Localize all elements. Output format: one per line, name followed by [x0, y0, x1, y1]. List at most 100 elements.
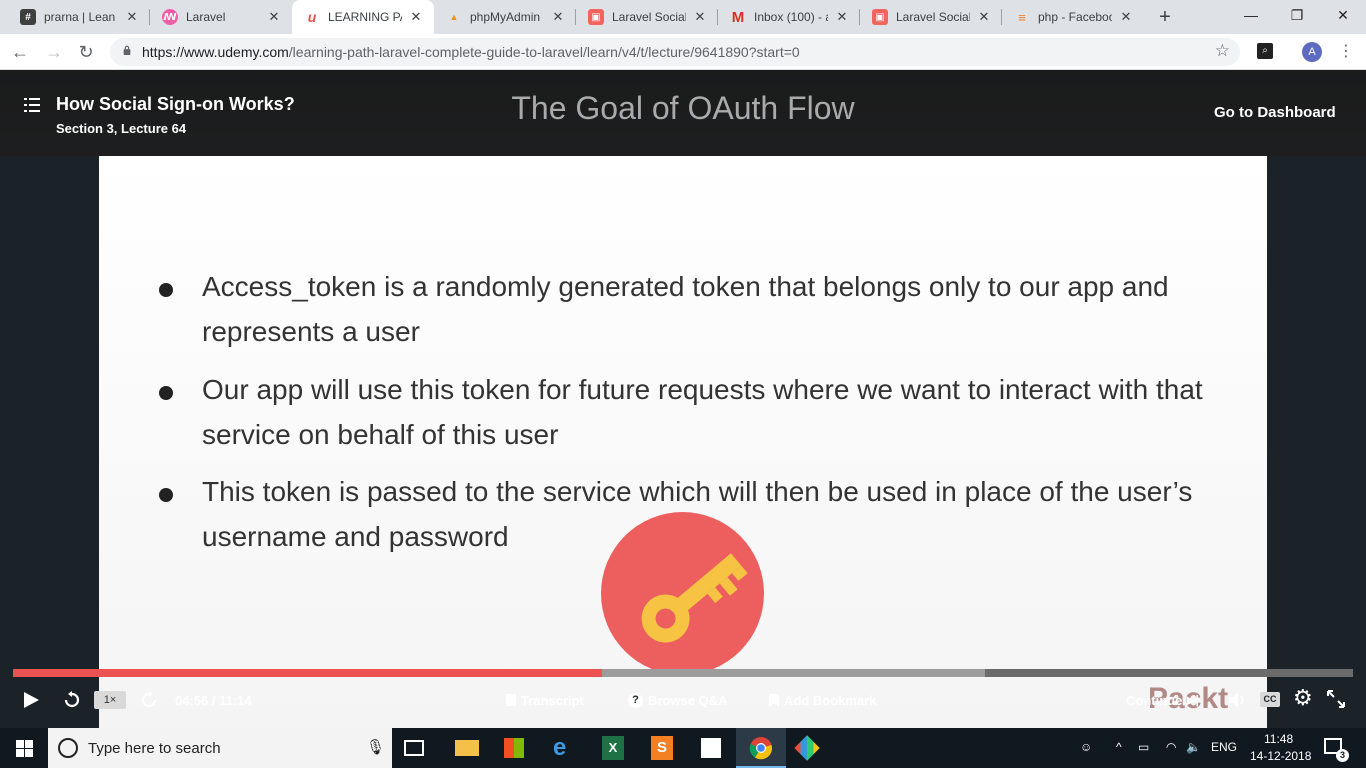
- playback-speed-button[interactable]: 1×: [94, 691, 126, 709]
- url-path: /learning-path-laravel-complete-guide-to…: [288, 44, 800, 60]
- time-display: 04:56 / 11:14: [175, 692, 252, 708]
- browser-tab[interactable]: ꟿ Laravel ✕: [150, 0, 292, 34]
- close-tab-icon[interactable]: ✕: [834, 9, 850, 25]
- clock-time[interactable]: 11:48: [1264, 732, 1293, 746]
- close-window-icon[interactable]: ✕: [1320, 0, 1366, 30]
- lock-icon: [123, 45, 131, 55]
- restore-icon[interactable]: ❐: [1274, 0, 1320, 30]
- tab-title: LEARNING PAT: [328, 10, 402, 24]
- close-tab-icon[interactable]: ✕: [976, 9, 992, 25]
- bullet-dot: [159, 488, 173, 502]
- clock-date[interactable]: 14-12-2018: [1250, 749, 1311, 763]
- close-tab-icon[interactable]: ✕: [1118, 9, 1134, 25]
- excel-icon[interactable]: X: [602, 736, 624, 760]
- sticky-notes-icon[interactable]: [701, 738, 721, 758]
- taskbar-search-box[interactable]: Type here to search 🎙: [48, 728, 392, 768]
- question-icon: ?: [628, 692, 643, 708]
- continue-button[interactable]: Continue ▶|: [1126, 687, 1199, 713]
- close-tab-icon[interactable]: ✕: [692, 9, 708, 25]
- git-gui-icon[interactable]: [794, 735, 820, 761]
- back-arrow-icon[interactable]: ←: [8, 40, 32, 64]
- input-language[interactable]: ENG: [1211, 740, 1237, 754]
- gmail-icon: M: [731, 8, 745, 26]
- video-player[interactable]: Access_token is a randomly generated tok…: [0, 70, 1366, 740]
- go-to-dashboard-link[interactable]: Go to Dashboard: [1214, 104, 1336, 121]
- bullet-dot: [159, 283, 173, 297]
- browser-tab[interactable]: M Inbox (100) - a ✕: [718, 0, 860, 34]
- captions-button[interactable]: CC: [1260, 692, 1280, 707]
- progress-bar[interactable]: [13, 669, 1353, 677]
- transcript-label: Transcript: [521, 692, 584, 708]
- tab-title: Laravel: [186, 10, 226, 24]
- file-explorer-icon[interactable]: [455, 740, 479, 756]
- volume-icon[interactable]: [1228, 691, 1248, 709]
- wifi-icon[interactable]: ◠: [1166, 740, 1176, 754]
- document-icon: [506, 694, 516, 706]
- add-bookmark-button[interactable]: Add Bookmark: [769, 687, 876, 713]
- profile-avatar[interactable]: A: [1302, 42, 1322, 62]
- browse-qa-button[interactable]: ? Browse Q&A: [628, 687, 727, 713]
- continue-label: Continue: [1126, 692, 1183, 708]
- screen: # prarna | Lean A ✕ ꟿ Laravel ✕ u LEARNI…: [0, 0, 1366, 768]
- play-icon[interactable]: [22, 691, 40, 709]
- tab-title: prarna | Lean A: [44, 10, 118, 24]
- show-hidden-icons-chevron[interactable]: ^: [1116, 740, 1122, 754]
- windows-taskbar: Type here to search 🎙 e X S ☺ ^ ▭ ◠ 🔈 EN…: [0, 728, 1366, 768]
- fullscreen-icon[interactable]: [1327, 690, 1345, 708]
- people-icon[interactable]: ☺: [1080, 740, 1092, 754]
- notification-count: 3: [1336, 749, 1349, 762]
- minimize-icon[interactable]: —: [1228, 0, 1274, 30]
- bullet-dot: [159, 386, 173, 400]
- browser-menu-icon[interactable]: ⋮: [1338, 40, 1354, 64]
- bookmark-star-icon[interactable]: ☆: [1215, 41, 1230, 61]
- tab-title: phpMyAdmin: [470, 10, 541, 24]
- tab-title: php - Faceboo: [1038, 10, 1112, 24]
- key-illustration: [601, 512, 764, 675]
- edge-icon[interactable]: e: [553, 736, 577, 760]
- browser-tab[interactable]: ≡ php - Faceboo ✕: [1002, 0, 1144, 34]
- phpmyadmin-icon: ▲: [449, 12, 459, 22]
- task-view-icon[interactable]: [404, 740, 424, 756]
- transcript-button[interactable]: Transcript: [506, 687, 584, 713]
- add-bookmark-label: Add Bookmark: [784, 692, 877, 708]
- laravel-icon: ▣: [872, 9, 888, 25]
- slide: Access_token is a randomly generated tok…: [99, 156, 1267, 740]
- slack-icon: #: [20, 9, 36, 25]
- tab-title: Laravel Socialit: [612, 10, 686, 24]
- close-tab-icon[interactable]: ✕: [550, 9, 566, 25]
- rewind-icon[interactable]: [63, 691, 81, 709]
- browser-tab[interactable]: ▣ Laravel Socialit ✕: [576, 0, 718, 34]
- key-icon: [641, 553, 748, 643]
- close-tab-icon[interactable]: ✕: [124, 9, 140, 25]
- bullet-text: Access_token is a randomly generated tok…: [202, 271, 1169, 347]
- close-tab-icon[interactable]: ✕: [408, 9, 424, 25]
- laravel-icon: ▣: [588, 9, 604, 25]
- skip-next-icon: ▶|: [1186, 693, 1199, 707]
- reload-icon[interactable]: ↻: [74, 40, 98, 64]
- address-bar[interactable]: https://www.udemy.com/learning-path-lara…: [110, 38, 1240, 66]
- url-text[interactable]: https://www.udemy.com/learning-path-lara…: [142, 44, 800, 60]
- tab-strip: # prarna | Lean A ✕ ꟿ Laravel ✕ u LEARNI…: [0, 0, 1366, 34]
- lecture-header: How Social Sign-on Works? Section 3, Lec…: [0, 70, 1366, 156]
- forward-arrow-icon[interactable]: →: [42, 40, 66, 64]
- store-icon[interactable]: [504, 738, 524, 758]
- extension-icon[interactable]: ⌕: [1257, 43, 1273, 59]
- forward-icon[interactable]: [140, 691, 158, 709]
- browser-tab[interactable]: # prarna | Lean A ✕: [8, 0, 150, 34]
- browser-tab[interactable]: ▲ phpMyAdmin ✕: [434, 0, 576, 34]
- browser-tab[interactable]: ▣ Laravel Socialit ✕: [860, 0, 1002, 34]
- settings-gear-icon[interactable]: ⚙: [1293, 685, 1313, 711]
- new-tab-button[interactable]: +: [1154, 6, 1176, 28]
- taskbar-chrome-active[interactable]: [736, 728, 786, 768]
- chrome-icon: [749, 737, 773, 760]
- speaker-icon[interactable]: 🔈: [1186, 740, 1201, 754]
- url-host: https://www.udemy.com: [142, 44, 289, 60]
- microphone-icon[interactable]: 🎙: [366, 738, 385, 756]
- browser-tab-active[interactable]: u LEARNING PAT ✕: [292, 0, 434, 34]
- tab-title: Inbox (100) - a: [754, 10, 828, 24]
- stackoverflow-icon: ≡: [1018, 9, 1026, 25]
- windows-start-icon[interactable]: [16, 740, 33, 757]
- sublime-text-icon[interactable]: S: [651, 736, 673, 760]
- close-tab-icon[interactable]: ✕: [266, 9, 282, 25]
- battery-icon[interactable]: ▭: [1138, 740, 1149, 754]
